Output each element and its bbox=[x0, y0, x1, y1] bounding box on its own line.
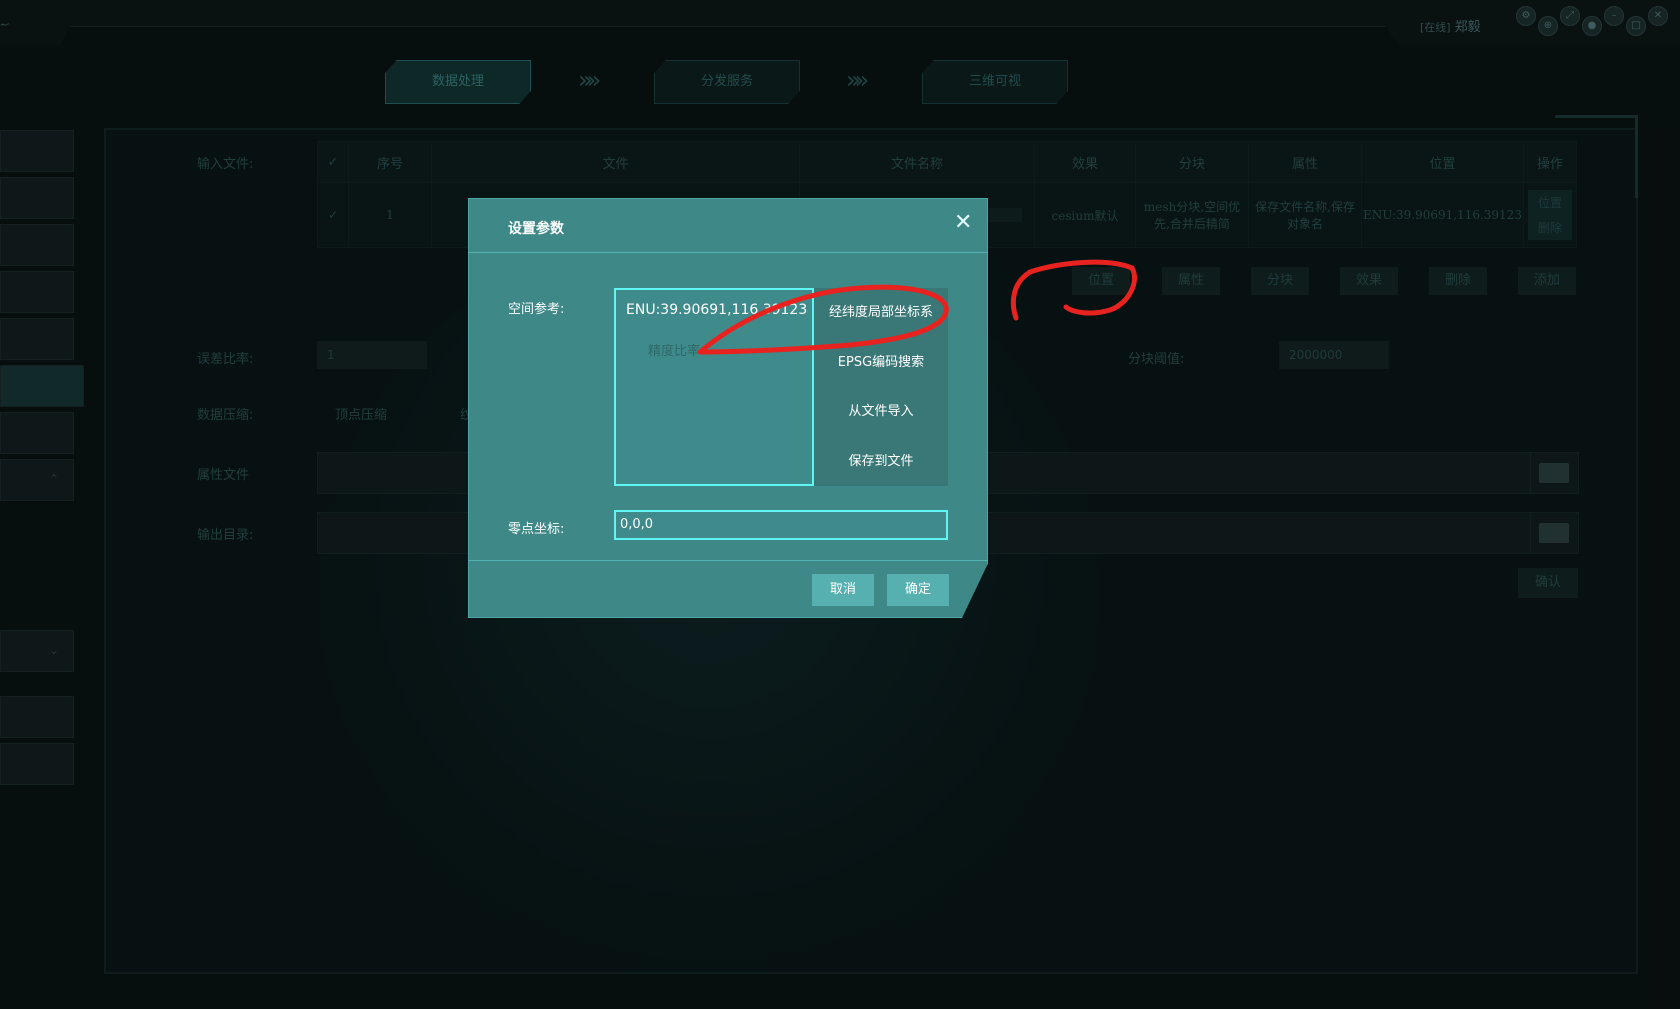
annotation-hook-position bbox=[1010, 259, 1137, 321]
annotation-circle-menu bbox=[697, 284, 949, 355]
annotation-scribble bbox=[697, 259, 1137, 355]
